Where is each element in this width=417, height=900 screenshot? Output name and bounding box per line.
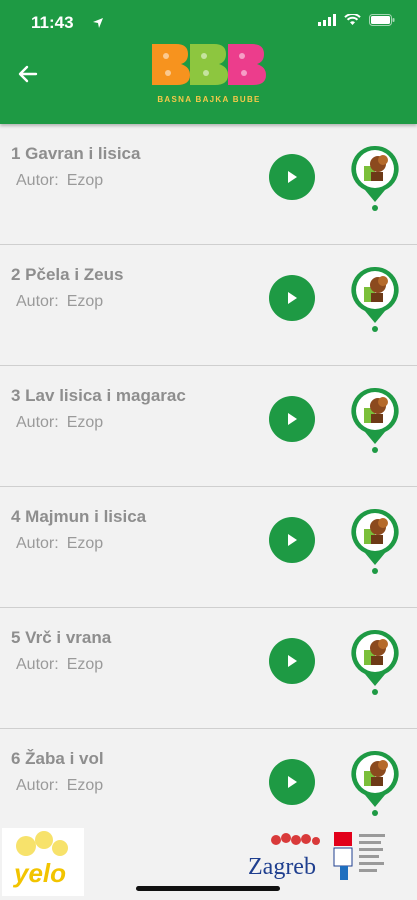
- author-label: Autor:: [16, 656, 59, 673]
- app-header: 11:43 BASNA BAJKA BUBE: [0, 0, 417, 124]
- author-name: Ezop: [66, 535, 104, 552]
- map-pin-icon[interactable]: [349, 628, 401, 696]
- story-title: 4 Majmun i lisica: [11, 507, 147, 526]
- author-label: Autor:: [16, 414, 59, 431]
- story-row[interactable]: 5 Vrč i vrana Autor: Ezop: [0, 608, 417, 729]
- status-time: 11:43: [31, 13, 74, 32]
- author-label: Autor:: [16, 777, 59, 794]
- play-icon: [288, 655, 297, 667]
- map-pin-icon[interactable]: [349, 386, 401, 454]
- author-name: Ezop: [66, 414, 104, 431]
- status-icons: [93, 14, 395, 28]
- play-button[interactable]: [269, 396, 315, 442]
- play-icon: [288, 292, 297, 304]
- story-title: 6 Žaba i vol: [11, 749, 104, 768]
- sponsor-footer: yelo Zagreb: [0, 820, 417, 900]
- yelo-text: yelo: [12, 858, 66, 888]
- zagreb-text: Zagreb: [248, 854, 316, 880]
- story-author: Autor: Ezop: [16, 293, 103, 311]
- author-name: Ezop: [66, 293, 104, 310]
- story-row[interactable]: 2 Pčela i Zeus Autor: Ezop: [0, 245, 417, 366]
- story-title: 3 Lav lisica i magarac: [11, 386, 186, 405]
- play-button[interactable]: [269, 638, 315, 684]
- home-indicator[interactable]: [136, 886, 280, 891]
- author-name: Ezop: [66, 656, 104, 673]
- story-row[interactable]: 3 Lav lisica i magarac Autor: Ezop: [0, 366, 417, 487]
- story-title: 5 Vrč i vrana: [11, 628, 112, 647]
- play-button[interactable]: [269, 154, 315, 200]
- author-label: Autor:: [16, 535, 59, 552]
- story-author: Autor: Ezop: [16, 656, 103, 674]
- story-list: 1 Gavran i lisica Autor: Ezop 2 Pčela i Z…: [0, 124, 417, 850]
- play-button[interactable]: [269, 517, 315, 563]
- logo-letters-graphic: [152, 44, 266, 85]
- map-pin-icon[interactable]: [349, 265, 401, 333]
- story-author: Autor: Ezop: [16, 535, 103, 553]
- story-author: Autor: Ezop: [16, 777, 103, 795]
- story-title: 2 Pčela i Zeus: [11, 265, 124, 284]
- signal-icon: [318, 14, 336, 26]
- author-name: Ezop: [66, 777, 104, 794]
- map-pin-icon[interactable]: [349, 749, 401, 817]
- map-pin-icon[interactable]: [349, 507, 401, 575]
- zagreb-logo: Zagreb: [248, 832, 353, 880]
- map-pin-icon[interactable]: [349, 144, 401, 212]
- play-button[interactable]: [269, 759, 315, 805]
- story-author: Autor: Ezop: [16, 414, 103, 432]
- location-arrow-icon: [93, 18, 103, 28]
- story-row[interactable]: 4 Majmun i lisica Autor: Ezop: [0, 487, 417, 608]
- story-title: 1 Gavran i lisica: [11, 144, 141, 163]
- play-button[interactable]: [269, 275, 315, 321]
- play-icon: [288, 413, 297, 425]
- author-label: Autor:: [16, 293, 59, 310]
- ministry-logo: [359, 834, 385, 872]
- author-label: Autor:: [16, 172, 59, 189]
- back-arrow-icon[interactable]: [16, 62, 40, 86]
- play-icon: [288, 534, 297, 546]
- yelo-logo: yelo: [2, 828, 84, 896]
- battery-icon: [369, 14, 395, 26]
- story-row[interactable]: 1 Gavran i lisica Autor: Ezop: [0, 124, 417, 245]
- app-logo: BASNA BAJKA BUBE: [150, 42, 268, 107]
- wifi-icon: [344, 14, 361, 25]
- play-icon: [288, 776, 297, 788]
- story-author: Autor: Ezop: [16, 172, 103, 190]
- play-icon: [288, 171, 297, 183]
- logo-subtitle: BASNA BAJKA BUBE: [157, 95, 261, 104]
- author-name: Ezop: [66, 172, 104, 189]
